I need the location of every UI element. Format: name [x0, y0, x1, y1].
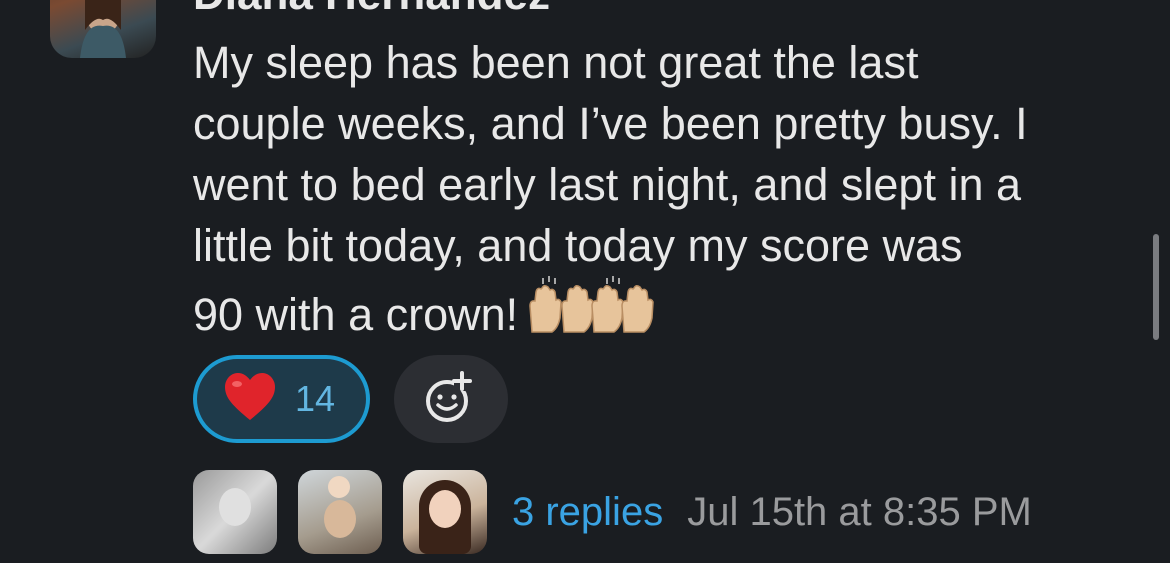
- reaction-count: 14: [295, 378, 336, 419]
- message-view: Diana Hernandez My sleep has been not gr…: [0, 0, 1170, 563]
- replier-avatar: [403, 470, 487, 554]
- thread-timestamp: Jul 15th at 8:35 PM: [687, 489, 1032, 534]
- message-body: My sleep has been not great the last cou…: [193, 32, 1143, 351]
- author-name[interactable]: Diana Hernandez: [193, 0, 550, 20]
- thread-summary[interactable]: 3 replies Jul 15th at 8:35 PM: [193, 468, 1032, 556]
- avatar-photo: [80, 0, 126, 58]
- scrollbar[interactable]: [1153, 234, 1159, 340]
- author-avatar[interactable]: [50, 0, 156, 58]
- replier-avatar: [298, 470, 382, 554]
- replies-link[interactable]: 3 replies: [512, 490, 663, 535]
- add-reaction-button[interactable]: [394, 355, 508, 443]
- add-emoji-icon: [423, 369, 479, 430]
- raising-hands-icon: [524, 276, 654, 351]
- reaction-heart-button[interactable]: 14: [193, 355, 370, 443]
- replier-avatar: [193, 470, 277, 554]
- red-heart-icon: [223, 372, 277, 427]
